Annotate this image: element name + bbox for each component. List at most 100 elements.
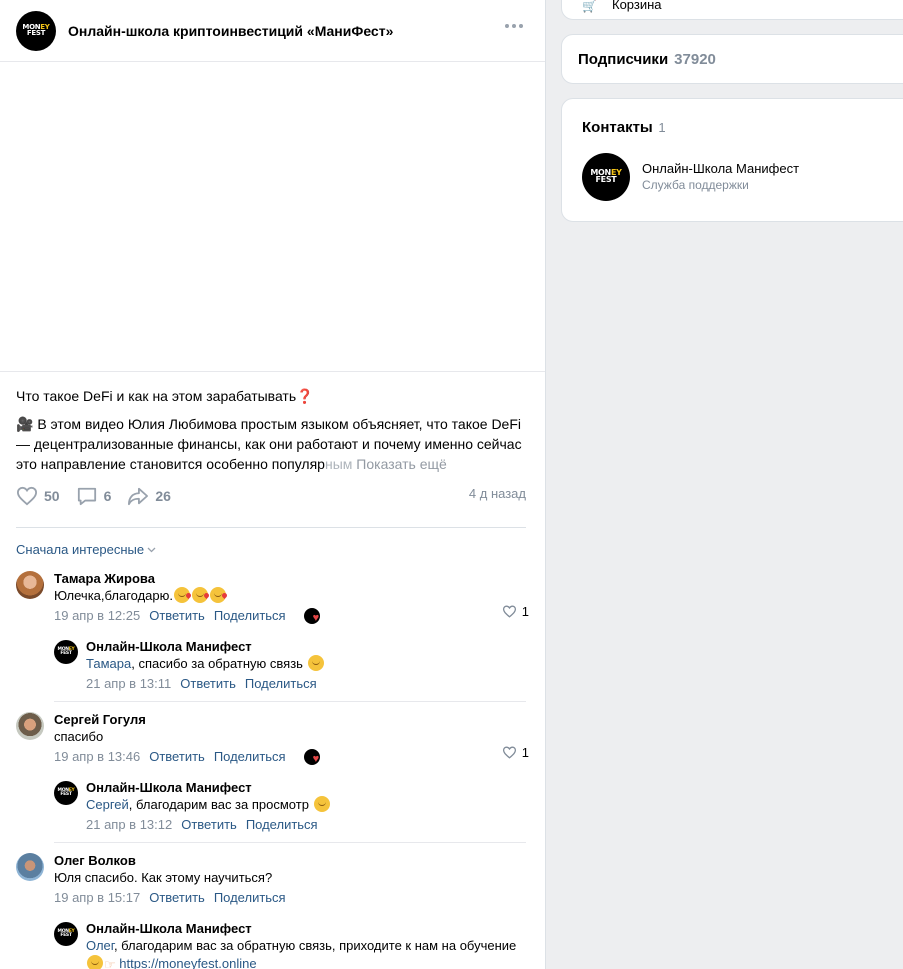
website-link[interactable]: https://moneyfest.online	[119, 956, 256, 969]
avatar[interactable]	[16, 712, 44, 740]
comment-author[interactable]: Онлайн-Школа Манифест	[86, 920, 529, 937]
group-logo: MONEY FEST	[22, 22, 50, 37]
pointing-hand-icon: ☞	[104, 957, 116, 969]
smile-emoji-icon	[313, 796, 330, 812]
contact-role: Служба поддержки	[642, 178, 749, 192]
smile-emoji-icon	[307, 655, 324, 671]
heart-icon	[502, 605, 516, 618]
comment-text: Юля спасибо. Как этому научиться?	[54, 870, 273, 885]
comment: Сергей Гогуля спасибо 19 апр в 13:46 Отв…	[16, 711, 529, 765]
share-comment-button[interactable]: Поделиться	[214, 607, 286, 624]
comment-date[interactable]: 19 апр в 13:46	[54, 748, 140, 765]
cart-block[interactable]: 🛒 Корзина	[561, 0, 903, 20]
comment-reply: MONEY FEST Онлайн-Школа Манифест Тамара, …	[54, 638, 529, 692]
post-actions: 50 6 26 4 д назад	[16, 484, 526, 528]
mention-link[interactable]: Олег	[86, 938, 114, 953]
comment-like-button[interactable]: 1	[502, 745, 529, 760]
post-title: Что такое DeFi и как на этом зарабатыват…	[16, 388, 314, 404]
like-button[interactable]: 50	[16, 486, 60, 506]
reaction-badge[interactable]: ♥	[303, 607, 326, 624]
contacts-count: 1	[658, 120, 666, 135]
comment-reply: MONEY FEST Онлайн-Школа Манифест Олег, бл…	[54, 920, 529, 969]
divider	[54, 842, 526, 843]
reaction-badge[interactable]: ♥	[303, 748, 326, 765]
avatar[interactable]	[16, 571, 44, 599]
comment-date[interactable]: 19 апр в 12:25	[54, 607, 140, 624]
group-name[interactable]: Онлайн-школа криптоинвестиций «МаниФест»	[68, 23, 393, 39]
comment-button[interactable]: 6	[76, 486, 112, 506]
comment-author[interactable]: Онлайн-Школа Манифест	[86, 779, 529, 796]
reply-button[interactable]: Ответить	[180, 675, 236, 692]
kiss-emoji-icon	[210, 587, 227, 603]
show-more-link[interactable]: Показать ещё	[356, 456, 447, 472]
mention-link[interactable]: Тамара	[86, 656, 131, 671]
share-comment-button[interactable]: Поделиться	[214, 889, 286, 906]
comment-like-count: 1	[521, 604, 529, 619]
contact-avatar[interactable]: MONEY FEST	[582, 153, 630, 201]
comment-meta: 19 апр в 15:17 Ответить Поделиться	[54, 889, 529, 906]
cart-label: Корзина	[612, 0, 662, 12]
likes-count: 50	[44, 488, 60, 504]
group-avatar[interactable]: MONEY FEST	[54, 640, 78, 664]
kiss-emoji-icon	[192, 587, 209, 603]
reply-button[interactable]: Ответить	[181, 816, 237, 833]
comment-meta: 19 апр в 12:25 Ответить Поделиться ♥	[54, 607, 529, 624]
sort-label: Сначала интересные	[16, 542, 145, 557]
comment: Олег Волков Юля спасибо. Как этому научи…	[16, 852, 529, 906]
post-header: MONEY FEST Онлайн-школа криптоинвестиций …	[0, 0, 545, 62]
comments-count: 6	[103, 488, 112, 504]
heart-icon	[502, 746, 516, 759]
comment-like-button[interactable]: 1	[502, 604, 529, 619]
comment-meta: 19 апр в 13:46 Ответить Поделиться ♥	[54, 748, 529, 765]
share-comment-button[interactable]: Поделиться	[246, 816, 318, 833]
comment-date[interactable]: 21 апр в 13:11	[86, 675, 171, 692]
subscribers-block[interactable]: Подписчики 37920	[561, 34, 903, 84]
comments-sort[interactable]: Сначала интересные	[16, 542, 529, 557]
comment-date[interactable]: 19 апр в 15:17	[54, 889, 140, 906]
reply-button[interactable]: Ответить	[149, 889, 205, 906]
share-icon	[128, 487, 149, 506]
comment: Тамара Жирова Юлечка,благодарю. 19 апр в…	[16, 570, 529, 624]
comment-date[interactable]: 21 апр в 13:12	[86, 816, 172, 833]
comment-author[interactable]: Тамара Жирова	[54, 570, 529, 587]
avatar[interactable]	[16, 853, 44, 881]
post-card: MONEY FEST Онлайн-школа криптоинвестиций …	[0, 0, 546, 969]
group-avatar[interactable]: MONEY FEST	[54, 922, 78, 946]
cart-icon: 🛒	[582, 0, 597, 13]
heart-icon: ♥	[312, 611, 320, 624]
smile-emoji-icon	[87, 955, 103, 969]
heart-icon: ♥	[312, 752, 320, 765]
video-player[interactable]	[0, 62, 545, 372]
comment-icon	[77, 487, 96, 506]
comment-meta: 21 апр в 13:12 Ответить Поделиться	[86, 816, 529, 833]
comment-text: спасибо	[54, 729, 104, 744]
comment-text: Юлечка,благодарю.	[54, 587, 529, 605]
divider	[54, 701, 526, 702]
chevron-down-icon	[147, 547, 156, 552]
heart-icon	[16, 486, 38, 506]
share-button[interactable]: 26	[127, 486, 171, 506]
video-camera-icon: 🎥	[16, 416, 34, 432]
reply-button[interactable]: Ответить	[149, 748, 205, 765]
mention-link[interactable]: Сергей	[86, 797, 129, 812]
more-icon[interactable]	[505, 24, 523, 28]
subscribers-label: Подписчики	[578, 50, 669, 68]
group-avatar[interactable]: MONEY FEST	[54, 781, 78, 805]
comment-text: Олег, благодарим вас за обратную связь, …	[86, 937, 529, 969]
comments-list: Тамара Жирова Юлечка,благодарю. 19 апр в…	[16, 570, 529, 969]
reply-button[interactable]: Ответить	[149, 607, 205, 624]
comment-text: Тамара, спасибо за обратную связь	[86, 655, 529, 673]
comment-like-count: 1	[521, 745, 529, 760]
comment-author[interactable]: Онлайн-Школа Манифест	[86, 638, 529, 655]
share-comment-button[interactable]: Поделиться	[214, 748, 286, 765]
post-time[interactable]: 4 д назад	[469, 486, 526, 501]
group-avatar[interactable]: MONEY FEST	[16, 10, 56, 51]
contact-item[interactable]: MONEY FEST Онлайн-Школа Манифест Служба п…	[582, 153, 900, 201]
contacts-label[interactable]: Контакты	[582, 119, 653, 136]
kiss-emoji-icon	[174, 587, 191, 603]
share-comment-button[interactable]: Поделиться	[245, 675, 317, 692]
comment-author[interactable]: Сергей Гогуля	[54, 711, 529, 728]
comment-author[interactable]: Олег Волков	[54, 852, 529, 869]
comment-meta: 21 апр в 13:11 Ответить Поделиться	[86, 675, 529, 692]
contact-name[interactable]: Онлайн-Школа Манифест	[642, 161, 799, 177]
